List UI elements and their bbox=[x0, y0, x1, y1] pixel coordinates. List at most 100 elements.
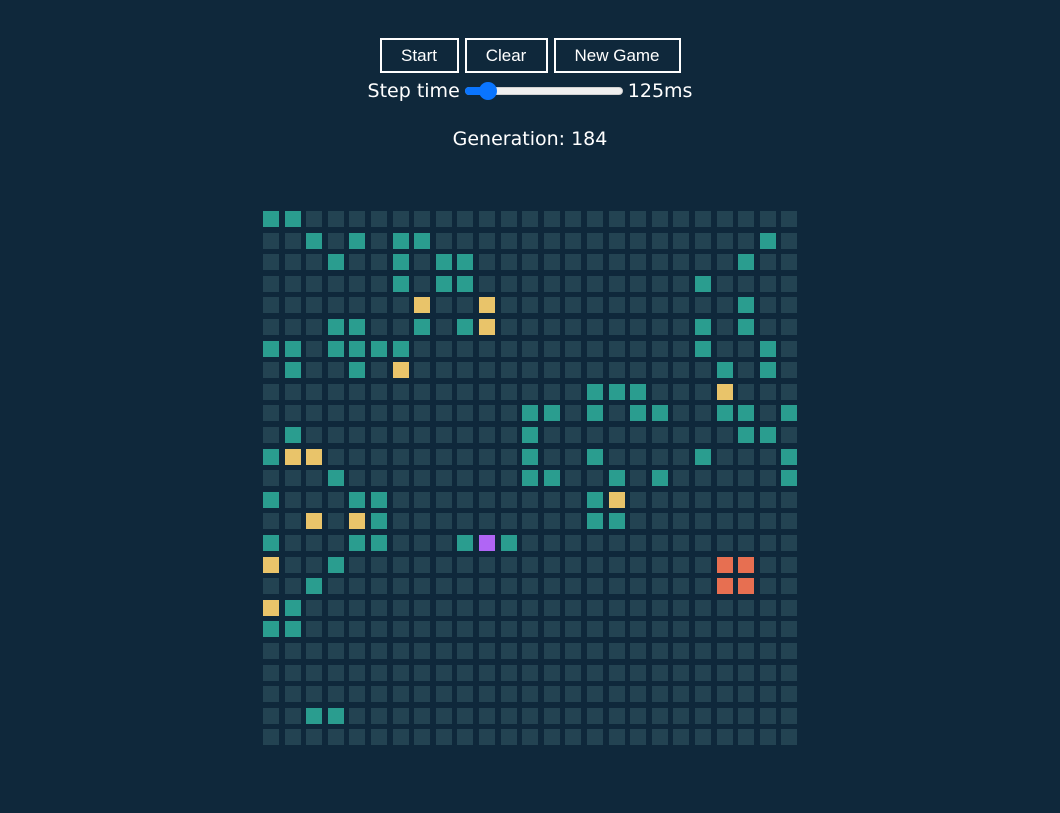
board-cell-empty[interactable] bbox=[609, 600, 625, 616]
board-cell-empty[interactable] bbox=[371, 362, 387, 378]
board-cell-empty[interactable] bbox=[652, 708, 668, 724]
board-cell-empty[interactable] bbox=[328, 492, 344, 508]
board-cell-empty[interactable] bbox=[263, 643, 279, 659]
board-cell-empty[interactable] bbox=[587, 729, 603, 745]
board-cell-empty[interactable] bbox=[501, 729, 517, 745]
board-cell-empty[interactable] bbox=[436, 513, 452, 529]
board-cell-empty[interactable] bbox=[630, 492, 646, 508]
board-cell-empty[interactable] bbox=[371, 557, 387, 573]
board-cell-empty[interactable] bbox=[393, 319, 409, 335]
board-cell-empty[interactable] bbox=[436, 341, 452, 357]
start-button[interactable]: Start bbox=[379, 38, 459, 73]
board-cell-empty[interactable] bbox=[285, 297, 301, 313]
board-cell-empty[interactable] bbox=[306, 470, 322, 486]
board-cell-empty[interactable] bbox=[328, 405, 344, 421]
board-cell-yellow[interactable] bbox=[414, 297, 430, 313]
board-cell-empty[interactable] bbox=[263, 686, 279, 702]
board-cell-teal[interactable] bbox=[544, 405, 560, 421]
board-cell-empty[interactable] bbox=[328, 427, 344, 443]
board-cell-empty[interactable] bbox=[673, 427, 689, 443]
board-cell-empty[interactable] bbox=[285, 708, 301, 724]
board-cell-empty[interactable] bbox=[522, 665, 538, 681]
board-cell-yellow[interactable] bbox=[306, 449, 322, 465]
board-cell-empty[interactable] bbox=[436, 578, 452, 594]
board-cell-empty[interactable] bbox=[652, 276, 668, 292]
board-cell-teal[interactable] bbox=[285, 362, 301, 378]
board-cell-teal[interactable] bbox=[414, 233, 430, 249]
board-cell-empty[interactable] bbox=[306, 729, 322, 745]
board-cell-empty[interactable] bbox=[522, 362, 538, 378]
board-cell-empty[interactable] bbox=[630, 470, 646, 486]
board-cell-teal[interactable] bbox=[349, 233, 365, 249]
board-cell-empty[interactable] bbox=[544, 535, 560, 551]
board-cell-empty[interactable] bbox=[349, 276, 365, 292]
board-cell-empty[interactable] bbox=[285, 319, 301, 335]
board-cell-empty[interactable] bbox=[306, 211, 322, 227]
board-cell-empty[interactable] bbox=[371, 319, 387, 335]
board-cell-empty[interactable] bbox=[565, 643, 581, 659]
board-cell-teal[interactable] bbox=[306, 578, 322, 594]
board-cell-empty[interactable] bbox=[414, 578, 430, 594]
board-cell-empty[interactable] bbox=[457, 600, 473, 616]
board-cell-empty[interactable] bbox=[781, 492, 797, 508]
board-cell-empty[interactable] bbox=[328, 449, 344, 465]
board-cell-empty[interactable] bbox=[328, 600, 344, 616]
board-cell-empty[interactable] bbox=[371, 449, 387, 465]
board-cell-empty[interactable] bbox=[652, 427, 668, 443]
board-cell-empty[interactable] bbox=[609, 686, 625, 702]
board-cell-empty[interactable] bbox=[565, 686, 581, 702]
board-cell-empty[interactable] bbox=[414, 449, 430, 465]
board-cell-empty[interactable] bbox=[501, 405, 517, 421]
board-cell-empty[interactable] bbox=[565, 341, 581, 357]
board-cell-empty[interactable] bbox=[695, 405, 711, 421]
board-cell-teal[interactable] bbox=[587, 492, 603, 508]
board-cell-empty[interactable] bbox=[414, 643, 430, 659]
board-cell-empty[interactable] bbox=[285, 233, 301, 249]
board-cell-empty[interactable] bbox=[393, 708, 409, 724]
board-cell-empty[interactable] bbox=[630, 233, 646, 249]
board-cell-empty[interactable] bbox=[501, 708, 517, 724]
board-cell-empty[interactable] bbox=[717, 211, 733, 227]
board-cell-empty[interactable] bbox=[738, 341, 754, 357]
board-cell-empty[interactable] bbox=[673, 708, 689, 724]
board-cell-teal[interactable] bbox=[738, 427, 754, 443]
board-cell-empty[interactable] bbox=[760, 492, 776, 508]
board-cell-empty[interactable] bbox=[565, 600, 581, 616]
board-cell-empty[interactable] bbox=[457, 729, 473, 745]
board-cell-empty[interactable] bbox=[457, 578, 473, 594]
board-cell-empty[interactable] bbox=[285, 276, 301, 292]
board-cell-empty[interactable] bbox=[393, 405, 409, 421]
board-cell-empty[interactable] bbox=[306, 405, 322, 421]
board-cell-teal[interactable] bbox=[695, 449, 711, 465]
board-cell-teal[interactable] bbox=[436, 254, 452, 270]
board-cell-empty[interactable] bbox=[393, 557, 409, 573]
board-cell-empty[interactable] bbox=[522, 513, 538, 529]
board-cell-empty[interactable] bbox=[695, 233, 711, 249]
board-cell-empty[interactable] bbox=[565, 492, 581, 508]
board-cell-empty[interactable] bbox=[436, 557, 452, 573]
board-cell-empty[interactable] bbox=[522, 557, 538, 573]
board-cell-empty[interactable] bbox=[371, 470, 387, 486]
board-cell-teal[interactable] bbox=[738, 405, 754, 421]
board-cell-empty[interactable] bbox=[328, 276, 344, 292]
board-cell-empty[interactable] bbox=[393, 470, 409, 486]
board-cell-empty[interactable] bbox=[695, 643, 711, 659]
board-cell-empty[interactable] bbox=[652, 600, 668, 616]
board-cell-teal[interactable] bbox=[522, 449, 538, 465]
board-cell-empty[interactable] bbox=[371, 729, 387, 745]
board-cell-empty[interactable] bbox=[285, 665, 301, 681]
board-cell-teal[interactable] bbox=[781, 405, 797, 421]
board-cell-empty[interactable] bbox=[565, 557, 581, 573]
board-cell-empty[interactable] bbox=[349, 384, 365, 400]
board-cell-empty[interactable] bbox=[457, 405, 473, 421]
board-cell-empty[interactable] bbox=[587, 643, 603, 659]
board-cell-empty[interactable] bbox=[436, 600, 452, 616]
board-cell-empty[interactable] bbox=[630, 276, 646, 292]
board-cell-empty[interactable] bbox=[738, 708, 754, 724]
board-cell-empty[interactable] bbox=[285, 384, 301, 400]
board-cell-teal[interactable] bbox=[652, 470, 668, 486]
board-cell-empty[interactable] bbox=[544, 297, 560, 313]
board-cell-teal[interactable] bbox=[738, 319, 754, 335]
board-cell-yellow[interactable] bbox=[263, 600, 279, 616]
board-cell-empty[interactable] bbox=[738, 686, 754, 702]
